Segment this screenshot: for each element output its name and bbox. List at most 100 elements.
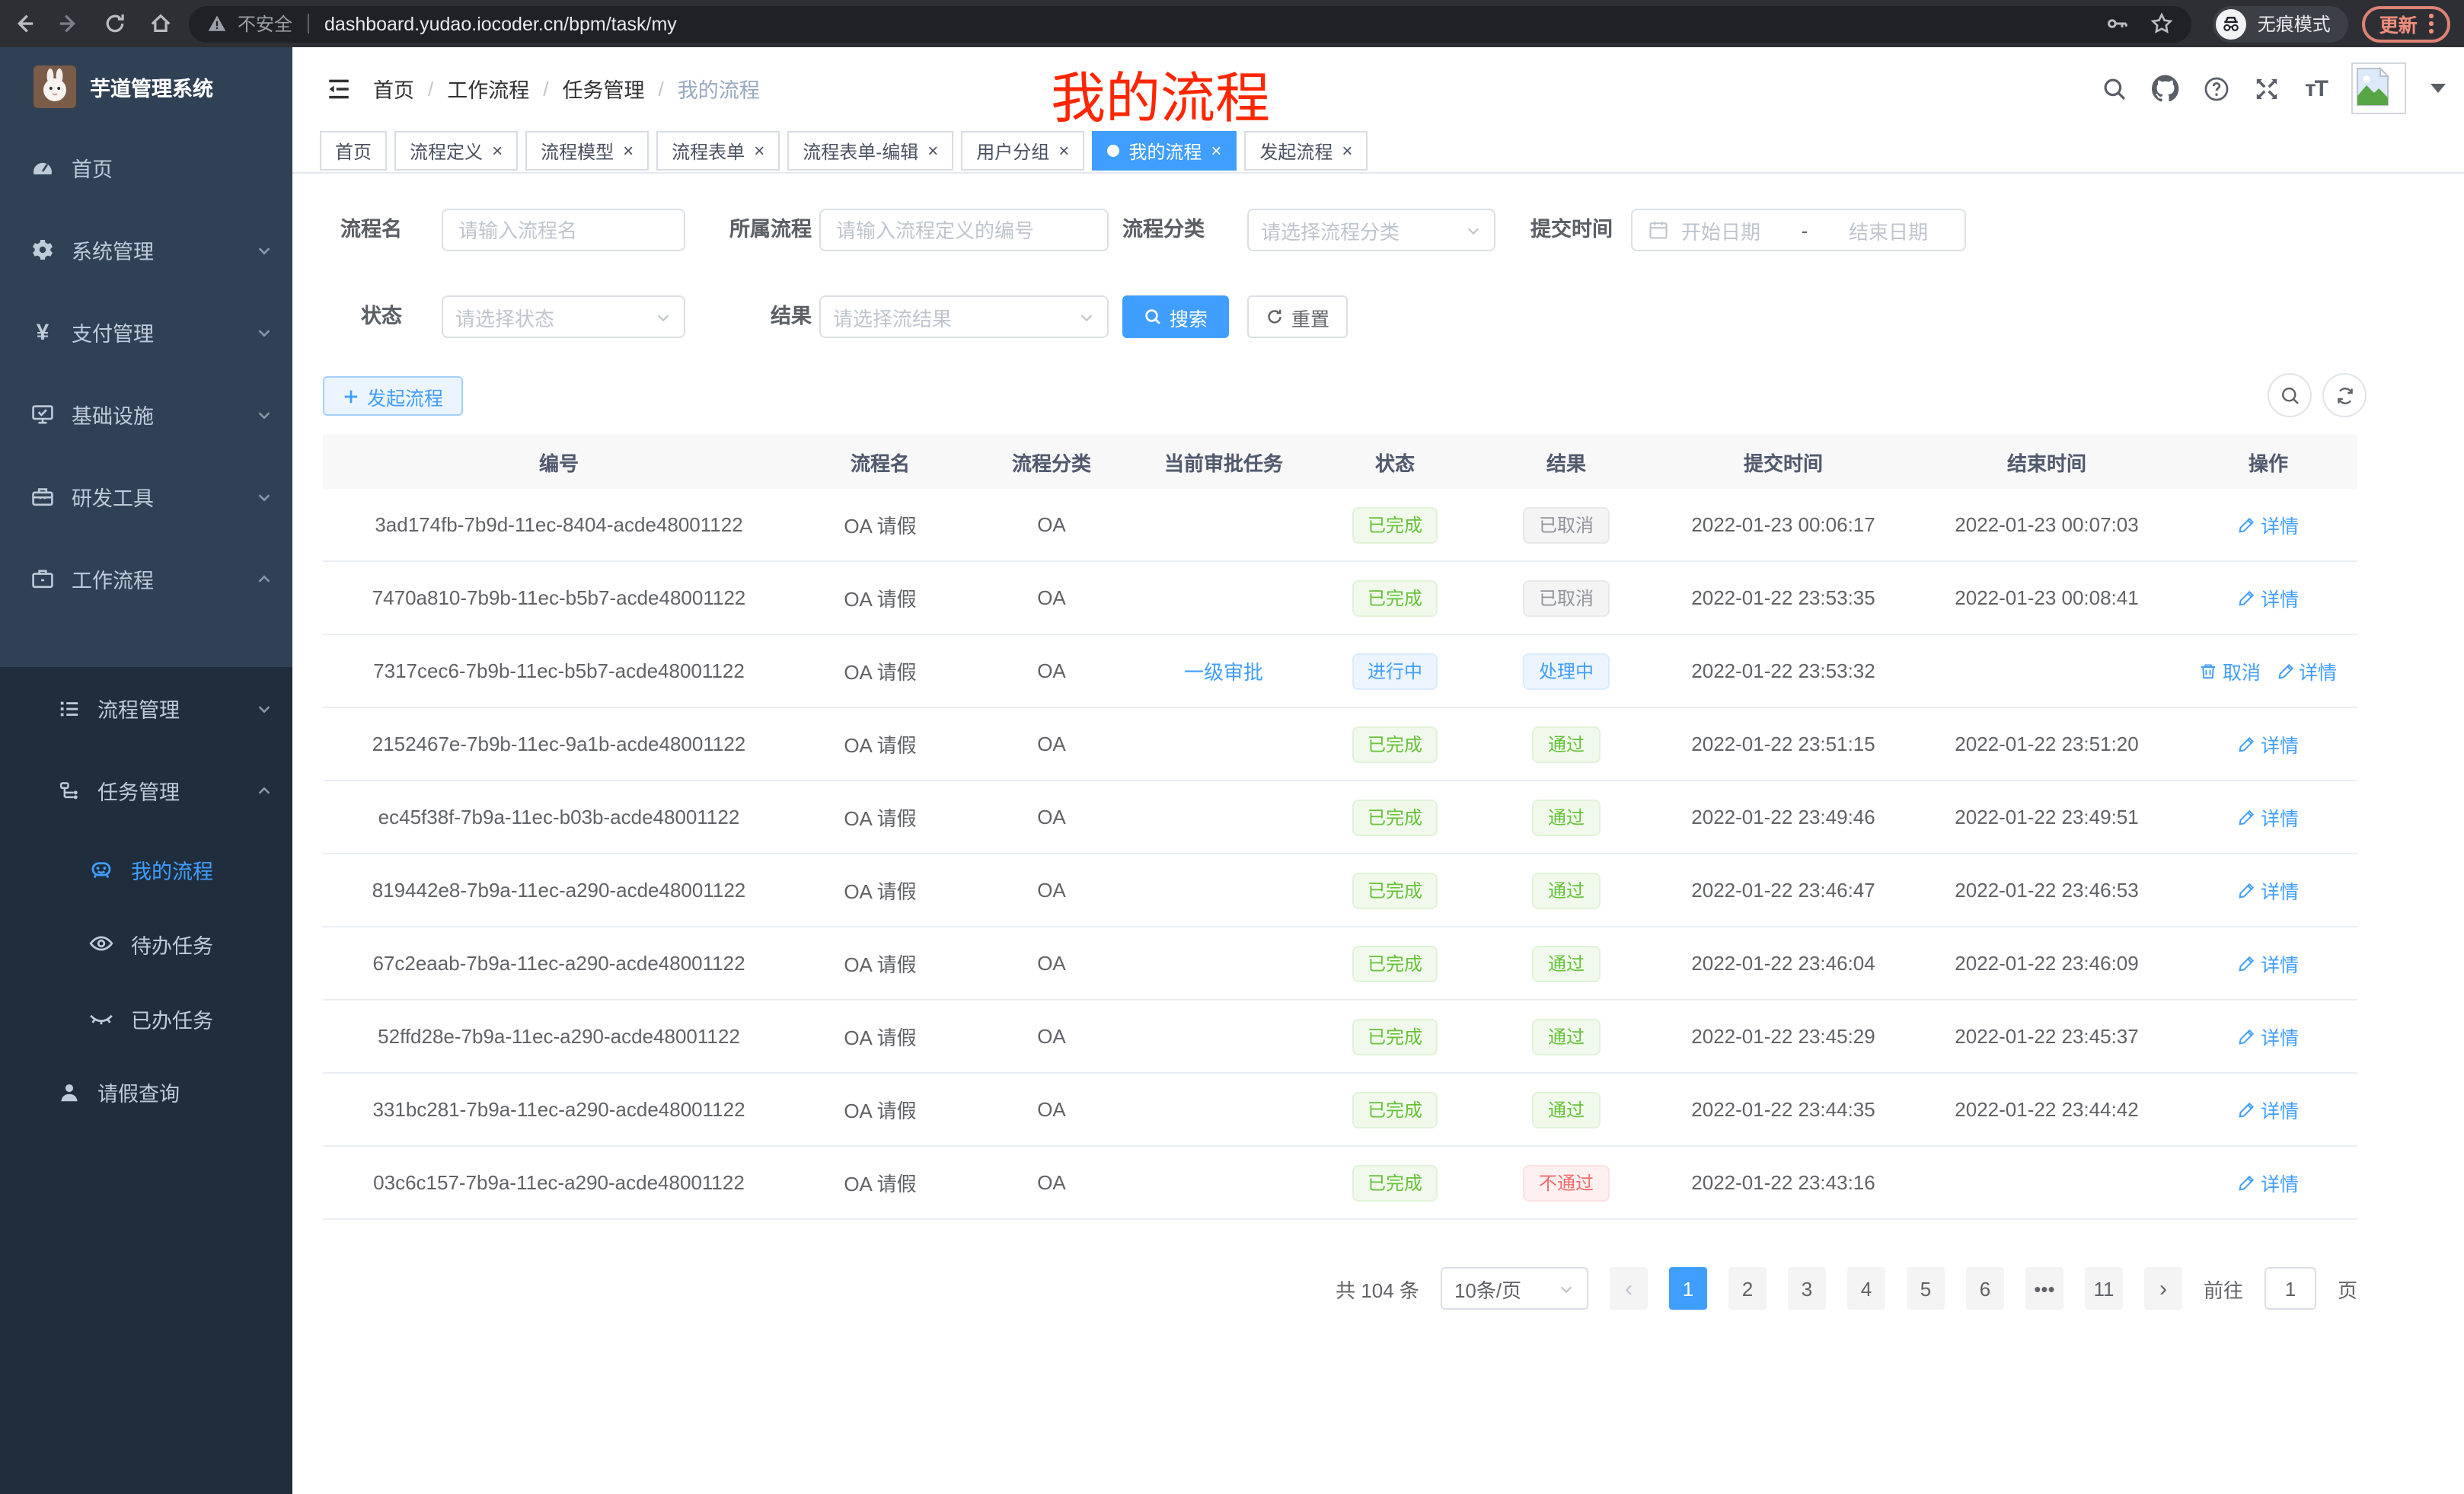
status-select[interactable]: 请选择状态 xyxy=(442,295,685,338)
github-icon[interactable] xyxy=(2153,75,2180,102)
pencil-icon xyxy=(2238,589,2256,607)
tab[interactable]: 流程模型× xyxy=(525,131,649,171)
table-search-icon[interactable] xyxy=(2268,373,2312,417)
app-logo-row[interactable]: 芋道管理系统 xyxy=(0,47,292,126)
font-size-icon[interactable]: тT xyxy=(2305,75,2327,101)
tab[interactable]: 流程定义× xyxy=(394,131,518,171)
tab-active[interactable]: 我的流程× xyxy=(1092,131,1237,171)
prev-page-button[interactable]: ‹ xyxy=(1610,1267,1648,1310)
tab-close-icon[interactable]: × xyxy=(623,142,634,160)
page-button[interactable]: 11 xyxy=(2085,1267,2123,1310)
tab-close-icon[interactable]: × xyxy=(492,142,503,160)
task-link[interactable]: 一级审批 xyxy=(1184,661,1263,684)
detail-link[interactable]: 详情 xyxy=(2238,1168,2299,1197)
sidebar-item-payment[interactable]: ¥ 支付管理 xyxy=(0,291,292,373)
bookmark-star-icon[interactable] xyxy=(2151,12,2174,35)
tab[interactable]: 发起流程× xyxy=(1244,131,1368,171)
browser-reload-icon[interactable] xyxy=(91,4,137,43)
page-button[interactable]: 4 xyxy=(1847,1267,1885,1310)
page-size-select[interactable]: 10条/页 xyxy=(1441,1267,1588,1310)
cell-actions: 详情 xyxy=(2179,729,2357,758)
cell-result: 通过 xyxy=(1480,945,1652,982)
detail-link[interactable]: 详情 xyxy=(2276,656,2337,685)
cell-category: OA xyxy=(965,513,1138,536)
avatar[interactable] xyxy=(2351,62,2406,114)
browser-update-button[interactable]: 更新 xyxy=(2363,5,2450,42)
page-button[interactable]: 1 xyxy=(1669,1267,1707,1310)
detail-link[interactable]: 详情 xyxy=(2238,510,2299,539)
detail-link[interactable]: 详情 xyxy=(2238,583,2299,612)
browser-back-icon[interactable] xyxy=(0,4,46,43)
security-warning-icon[interactable] xyxy=(207,14,227,34)
page-button[interactable]: 2 xyxy=(1728,1267,1767,1310)
sidebar-item-task-mgmt[interactable]: 任务管理 xyxy=(0,749,292,832)
tab-close-icon[interactable]: × xyxy=(754,142,764,160)
cancel-link[interactable]: 取消 xyxy=(2200,656,2261,685)
sidebar-item-my-process[interactable]: 我的流程 xyxy=(0,832,292,906)
breadcrumb-item[interactable]: 工作流程 xyxy=(447,73,529,104)
detail-link[interactable]: 详情 xyxy=(2238,803,2299,832)
goto-page-input[interactable] xyxy=(2265,1267,2316,1310)
detail-link[interactable]: 详情 xyxy=(2238,876,2299,905)
fullscreen-icon[interactable] xyxy=(2255,75,2280,101)
tab-close-icon[interactable]: × xyxy=(1058,142,1069,160)
filter-label-result: 结果 xyxy=(769,295,812,338)
sidebar-item-workflow[interactable]: 工作流程 xyxy=(0,538,292,620)
result-select[interactable]: 请选择流结果 xyxy=(819,295,1109,338)
cell-status: 已完成 xyxy=(1310,872,1480,908)
detail-link[interactable]: 详情 xyxy=(2238,1095,2299,1124)
tab-close-icon[interactable]: × xyxy=(927,142,938,160)
sidebar-item-leave-query[interactable]: 请假查询 xyxy=(0,1055,292,1128)
process-name-input[interactable] xyxy=(442,209,685,251)
search-button[interactable]: 搜索 xyxy=(1122,295,1229,338)
start-process-button[interactable]: 发起流程 xyxy=(323,376,463,416)
detail-link[interactable]: 详情 xyxy=(2238,949,2299,978)
address-bar[interactable]: 不安全 dashboard.yudao.iocoder.cn/bpm/task/… xyxy=(189,5,2192,42)
cell-process-name: OA 请假 xyxy=(795,583,965,612)
sidebar-collapse-icon[interactable] xyxy=(326,75,352,101)
reset-button[interactable]: 重置 xyxy=(1247,295,1348,338)
cell-result: 通过 xyxy=(1480,799,1652,835)
browser-menu-icon[interactable] xyxy=(2430,14,2434,34)
page-button[interactable]: 3 xyxy=(1788,1267,1826,1310)
process-definition-input[interactable] xyxy=(819,209,1109,251)
security-label[interactable]: 不安全 xyxy=(238,11,292,37)
page-ellipsis[interactable]: ••• xyxy=(2025,1267,2063,1310)
page-button[interactable]: 6 xyxy=(1966,1267,2004,1310)
tab-close-icon[interactable]: × xyxy=(1342,142,1352,160)
sidebar-item-devtools[interactable]: 研发工具 xyxy=(0,455,292,538)
help-icon[interactable] xyxy=(2204,75,2230,101)
detail-link[interactable]: 详情 xyxy=(2238,729,2299,758)
sidebar-item-todo-tasks[interactable]: 待办任务 xyxy=(0,906,292,981)
cell-actions: 详情 xyxy=(2179,510,2357,539)
tab[interactable]: 流程表单-编辑× xyxy=(787,131,953,171)
page-button[interactable]: 5 xyxy=(1907,1267,1945,1310)
breadcrumb-item[interactable]: 任务管理 xyxy=(563,73,645,104)
sidebar-item-process-mgmt[interactable]: 流程管理 xyxy=(0,667,292,749)
table-refresh-icon[interactable] xyxy=(2322,373,2367,417)
tab[interactable]: 首页 xyxy=(320,131,387,171)
url-text[interactable]: dashboard.yudao.iocoder.cn/bpm/task/my xyxy=(324,13,677,34)
sidebar-item-done-tasks[interactable]: 已办任务 xyxy=(0,981,292,1055)
breadcrumb-item[interactable]: 首页 xyxy=(373,73,414,104)
update-label[interactable]: 更新 xyxy=(2379,9,2418,38)
url-divider xyxy=(308,14,309,34)
caret-down-icon[interactable] xyxy=(2430,84,2446,93)
sidebar-item-home[interactable]: 首页 xyxy=(0,126,292,209)
tab[interactable]: 流程表单× xyxy=(656,131,780,171)
key-icon[interactable] xyxy=(2107,12,2130,35)
date-range-picker[interactable]: 开始日期 - 结束日期 xyxy=(1631,209,1966,251)
cell-current-task: 一级审批 xyxy=(1138,656,1310,685)
pencil-icon xyxy=(2238,1173,2256,1192)
detail-link[interactable]: 详情 xyxy=(2238,1022,2299,1051)
search-icon[interactable] xyxy=(2102,75,2128,101)
tab[interactable]: 用户分组× xyxy=(961,131,1084,171)
tab-close-icon[interactable]: × xyxy=(1211,142,1221,160)
category-select[interactable]: 请选择流程分类 xyxy=(1247,209,1495,251)
browser-forward-icon[interactable] xyxy=(46,4,91,43)
browser-home-icon[interactable] xyxy=(137,4,183,43)
sidebar-item-system[interactable]: 系统管理 xyxy=(0,209,292,291)
sidebar-item-infra[interactable]: 基础设施 xyxy=(0,373,292,455)
next-page-button[interactable]: › xyxy=(2144,1267,2182,1310)
sidebar-item-label: 首页 xyxy=(72,152,113,183)
